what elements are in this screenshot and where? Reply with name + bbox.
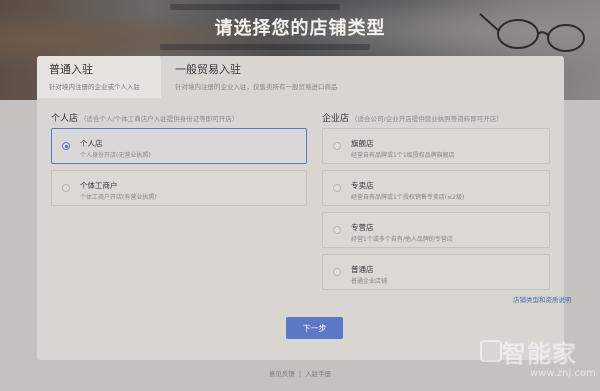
radio-selected-icon[interactable] [62, 142, 70, 150]
option-title: 个人店 [80, 139, 103, 148]
option-description: 经营1个或多个自有/他人品牌的专营店 [351, 236, 453, 243]
keyboard-decoration [160, 44, 370, 50]
radio-icon[interactable] [333, 142, 341, 150]
entry-type-tabs: 普通入驻 针对境内注册的企业或个人入驻 一般贸易入驻 针对境内注册的企业入驻，仅… [37, 56, 564, 98]
radio-icon[interactable] [333, 268, 341, 276]
watermark-logo-icon [480, 340, 502, 362]
manual-link[interactable]: 入驻手册 [305, 370, 331, 378]
option-individual-business[interactable]: 个体工商户 个体工商户开店(有营业执照) [51, 170, 307, 206]
option-title: 专营店 [351, 223, 374, 232]
option-description: 普通企业店铺 [351, 278, 388, 285]
feedback-link[interactable]: 意见反馈 [269, 370, 295, 378]
option-title: 个体工商户 [80, 181, 118, 190]
footer-separator: | [298, 370, 302, 378]
option-specialty-store[interactable]: 专营店 经营1个或多个自有/他人品牌的专营店 [322, 212, 550, 248]
tab-subtitle: 针对境内注册的企业或个人入驻 [49, 83, 140, 91]
option-personal-store[interactable]: 个人店 个人身份开店(无营业执照) [51, 128, 307, 164]
option-description: 经营自有品牌或1个1级授权品牌旗舰店 [351, 152, 455, 159]
radio-icon[interactable] [333, 184, 341, 192]
enterprise-section-heading: 企业店 （适合公司/企业开店提供营业执照等资料即可开店） [322, 111, 503, 124]
option-title: 专卖店 [351, 181, 374, 190]
tab-standard-entry[interactable]: 普通入驻 针对境内注册的企业或个人入驻 [37, 56, 161, 98]
watermark-url: www.znj.com [530, 368, 596, 379]
option-description: 经营自有品牌或1个授权销售专卖店(≤2级) [351, 194, 465, 201]
option-title: 普通店 [351, 265, 374, 274]
tab-title: 一般贸易入驻 [175, 63, 241, 76]
option-regular-store[interactable]: 普通店 普通企业店铺 [322, 254, 550, 290]
tab-general-trade-entry[interactable]: 一般贸易入驻 针对境内注册的企业入驻，仅售卖所有一般贸易进口商品 [163, 56, 403, 98]
section-note: （适合公司/企业开店提供营业执照等资料即可开店） [351, 115, 503, 123]
personal-section-heading: 个人店 （适合个人/个体工商店户入驻提供身份证等即可开店） [51, 111, 238, 124]
tab-subtitle: 针对境内注册的企业入驻，仅售卖所有一般贸易进口商品 [175, 83, 338, 91]
section-title: 个人店 [51, 114, 79, 124]
option-description: 个人身份开店(无营业执照) [80, 152, 151, 159]
section-title: 企业店 [322, 114, 350, 124]
page-title: 请选择您的店铺类型 [214, 18, 386, 39]
store-type-help-link[interactable]: 店铺类型和资质说明 [513, 294, 572, 304]
radio-icon[interactable] [62, 184, 70, 192]
tab-title: 普通入驻 [49, 63, 93, 76]
watermark-text: 智能家 [502, 340, 577, 368]
store-type-card: 普通入驻 针对境内注册的企业或个人入驻 一般贸易入驻 针对境内注册的企业入驻，仅… [37, 56, 572, 360]
option-flagship-store[interactable]: 旗舰店 经营自有品牌或1个1级授权品牌旗舰店 [322, 128, 550, 164]
keyboard-decoration [170, 4, 340, 10]
next-step-button[interactable]: 下一步 [286, 317, 343, 339]
option-description: 个体工商户开店(有营业执照) [80, 194, 157, 201]
option-exclusive-store[interactable]: 专卖店 经营自有品牌或1个授权销售专卖店(≤2级) [322, 170, 550, 206]
option-title: 旗舰店 [351, 139, 374, 148]
radio-icon[interactable] [333, 226, 341, 234]
watermark: 智能家 www.znj.com [480, 334, 598, 388]
section-note: （适合个人/个体工商店户入驻提供身份证等即可开店） [80, 115, 239, 123]
